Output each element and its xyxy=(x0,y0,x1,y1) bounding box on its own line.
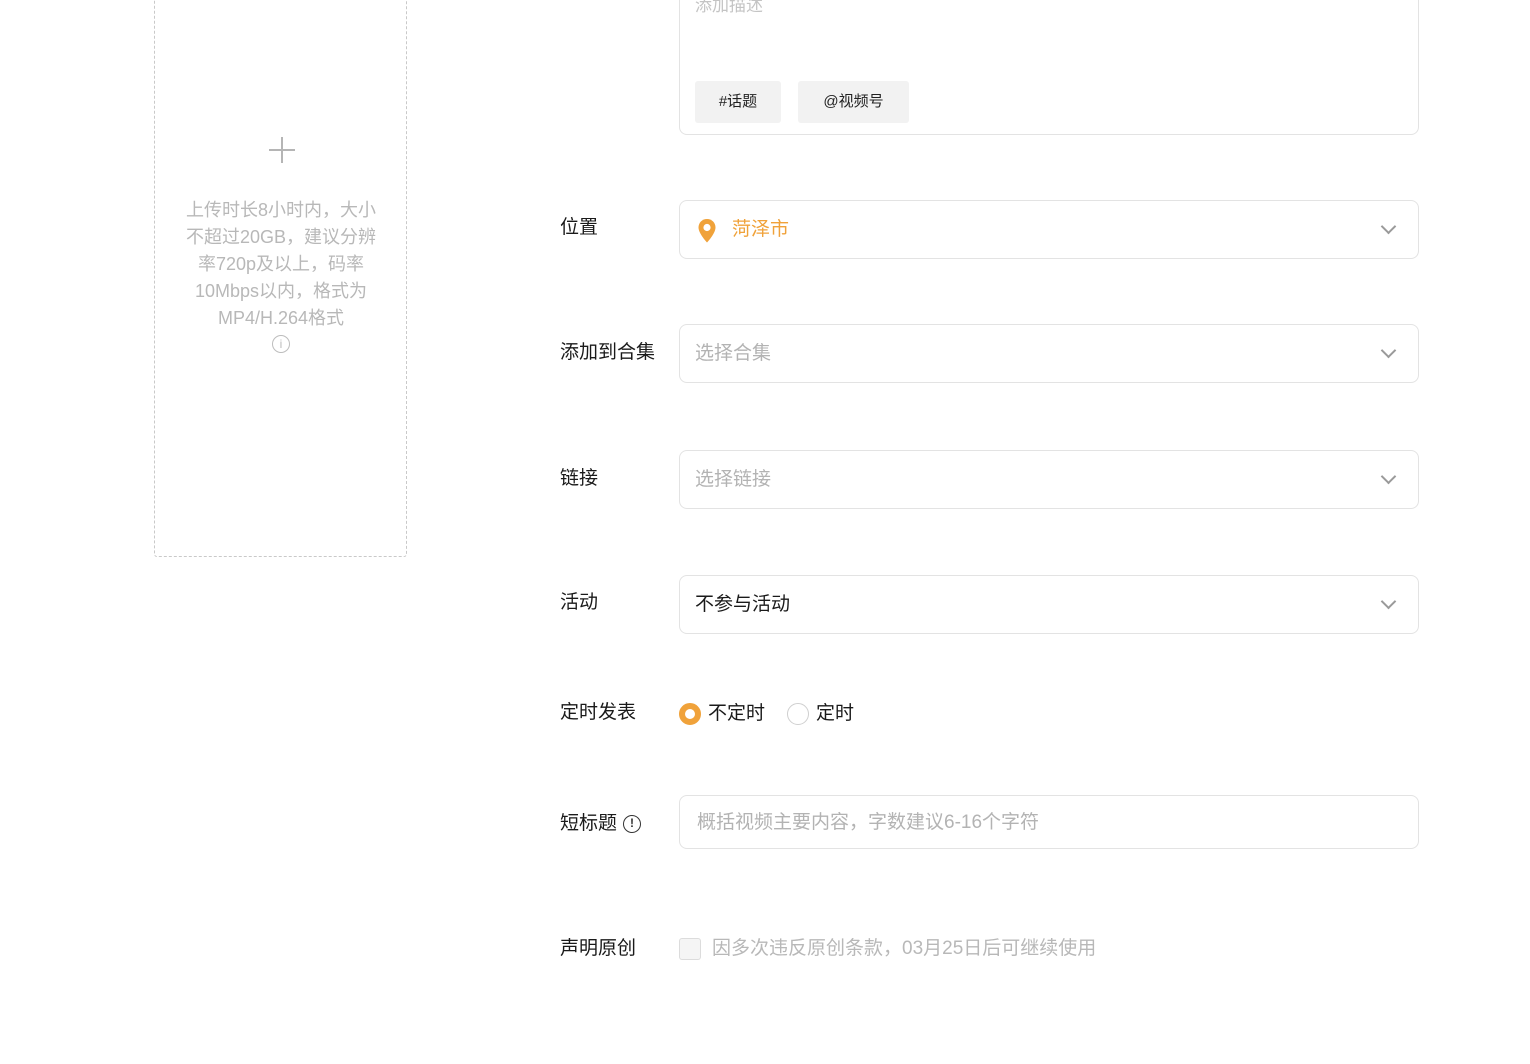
radio-label-scheduled[interactable]: 定时 xyxy=(816,702,854,726)
link-placeholder: 选择链接 xyxy=(695,469,772,490)
radio-scheduled[interactable] xyxy=(787,703,809,725)
info-icon[interactable]: ! xyxy=(623,814,642,833)
add-topic-button[interactable]: #话题 xyxy=(695,81,781,123)
activity-select[interactable]: 不参与活动 xyxy=(679,575,1419,634)
schedule-label: 定时发表 xyxy=(560,702,637,723)
activity-value: 不参与活动 xyxy=(695,594,791,615)
activity-label: 活动 xyxy=(560,592,599,613)
description-placeholder: 添加描述 xyxy=(695,0,763,15)
short-title-placeholder: 概括视频主要内容，字数建议6-16个字符 xyxy=(697,812,1040,833)
upload-hint-text: 上传时长8小时内，大小不超过20GB，建议分辨率720p及以上，码率10Mbps… xyxy=(185,200,377,328)
original-label: 声明原创 xyxy=(560,938,637,959)
info-icon[interactable]: i xyxy=(272,335,290,353)
chevron-down-icon xyxy=(1380,468,1397,485)
chevron-down-icon xyxy=(1380,218,1397,235)
description-editor[interactable]: 添加描述 #话题 @视频号 xyxy=(679,0,1419,135)
short-title-label-text: 短标题 xyxy=(560,813,618,834)
link-label: 链接 xyxy=(560,468,599,489)
short-title-label: 短标题! xyxy=(560,812,642,836)
short-title-input[interactable]: 概括视频主要内容，字数建议6-16个字符 xyxy=(679,795,1419,849)
original-checkbox[interactable] xyxy=(679,938,701,960)
location-value: 菏泽市 xyxy=(732,219,790,240)
radio-not-scheduled[interactable] xyxy=(679,703,701,725)
collection-placeholder: 选择合集 xyxy=(695,343,772,364)
chevron-down-icon xyxy=(1380,342,1397,359)
location-select[interactable]: 菏泽市 xyxy=(679,200,1419,259)
location-pin-icon xyxy=(698,219,716,243)
original-notice: 因多次违反原创条款，03月25日后可继续使用 xyxy=(712,938,1097,959)
mention-channel-button[interactable]: @视频号 xyxy=(798,81,909,123)
radio-label-not-scheduled[interactable]: 不定时 xyxy=(708,702,765,726)
location-label: 位置 xyxy=(560,217,599,238)
video-upload-area[interactable]: 上传时长8小时内，大小不超过20GB，建议分辨率720p及以上，码率10Mbps… xyxy=(154,0,407,557)
link-select[interactable]: 选择链接 xyxy=(679,450,1419,509)
collection-select[interactable]: 选择合集 xyxy=(679,324,1419,383)
collection-label: 添加到合集 xyxy=(560,342,656,363)
plus-icon xyxy=(268,136,296,164)
chevron-down-icon xyxy=(1380,593,1397,610)
